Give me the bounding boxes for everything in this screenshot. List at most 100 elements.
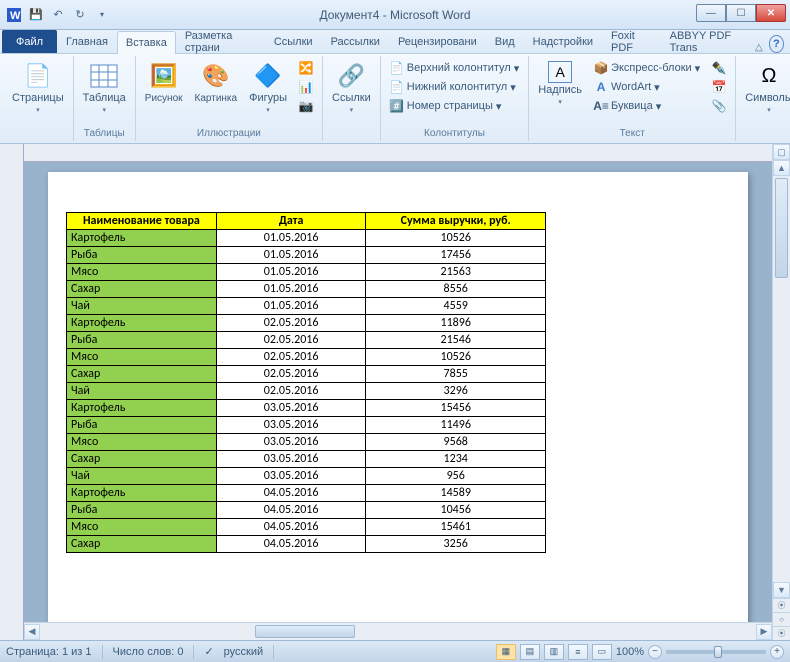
table-cell[interactable]: 04.05.2016: [216, 502, 366, 519]
screenshot-button[interactable]: 📷: [295, 97, 317, 115]
tab-insert[interactable]: Вставка: [117, 31, 176, 54]
document-scroll[interactable]: Наименование товараДатаСумма выручки, ру…: [24, 144, 772, 640]
table-cell[interactable]: 956: [366, 468, 546, 485]
table-cell[interactable]: Сахар: [67, 366, 217, 383]
hscroll-track[interactable]: [40, 624, 756, 640]
zoom-in-button[interactable]: +: [770, 645, 784, 659]
table-cell[interactable]: 01.05.2016: [216, 247, 366, 264]
quickparts-button[interactable]: 📦Экспресс-блоки ▾: [590, 59, 704, 77]
dropcap-button[interactable]: A≡Буквица ▾: [590, 97, 704, 115]
next-page-icon[interactable]: ⦿: [773, 626, 790, 640]
table-row[interactable]: Чай03.05.2016956: [67, 468, 546, 485]
table-cell[interactable]: 21546: [366, 332, 546, 349]
table-row[interactable]: Картофель02.05.201611896: [67, 315, 546, 332]
table-cell[interactable]: 7855: [366, 366, 546, 383]
zoom-slider[interactable]: [666, 650, 766, 654]
zoom-level[interactable]: 100%: [616, 646, 644, 658]
table-cell[interactable]: Мясо: [67, 264, 217, 281]
table-cell[interactable]: Мясо: [67, 519, 217, 536]
table-cell[interactable]: 02.05.2016: [216, 315, 366, 332]
table-cell[interactable]: 8556: [366, 281, 546, 298]
table-cell[interactable]: 02.05.2016: [216, 383, 366, 400]
zoom-out-button[interactable]: −: [648, 645, 662, 659]
footer-button[interactable]: 📄Нижний колонтитул ▾: [386, 78, 523, 96]
table-cell[interactable]: 3256: [366, 536, 546, 553]
table-cell[interactable]: Сахар: [67, 536, 217, 553]
scroll-track[interactable]: [773, 176, 790, 582]
table-cell[interactable]: 21563: [366, 264, 546, 281]
scroll-right-icon[interactable]: ▶: [756, 624, 772, 640]
table-cell[interactable]: Картофель: [67, 230, 217, 247]
table-row[interactable]: Чай01.05.20164559: [67, 298, 546, 315]
table-cell[interactable]: 03.05.2016: [216, 400, 366, 417]
smartart-button[interactable]: 🔀: [295, 59, 317, 77]
table-row[interactable]: Картофель01.05.201610526: [67, 230, 546, 247]
signature-button[interactable]: ✒️: [708, 59, 730, 77]
table-row[interactable]: Сахар01.05.20168556: [67, 281, 546, 298]
close-button[interactable]: ✕: [756, 4, 786, 22]
horizontal-scrollbar[interactable]: ◀ ▶: [24, 622, 772, 640]
print-layout-view[interactable]: ▦: [496, 644, 516, 660]
table-cell[interactable]: 11896: [366, 315, 546, 332]
undo-icon[interactable]: ↶: [48, 5, 68, 25]
table-cell[interactable]: Мясо: [67, 349, 217, 366]
status-lang[interactable]: русский: [224, 646, 263, 658]
table-cell[interactable]: 1234: [366, 451, 546, 468]
tab-foxit[interactable]: Foxit PDF: [602, 30, 661, 53]
table-cell[interactable]: 03.05.2016: [216, 451, 366, 468]
table-cell[interactable]: 3296: [366, 383, 546, 400]
web-view[interactable]: ▥: [544, 644, 564, 660]
prev-page-icon[interactable]: ⦿: [773, 598, 790, 612]
symbols-button[interactable]: ΩСимволы▾: [740, 58, 790, 119]
table-cell[interactable]: Картофель: [67, 485, 217, 502]
links-button[interactable]: 🔗Ссылки▾: [327, 58, 376, 119]
zoom-handle[interactable]: [714, 646, 722, 658]
data-table[interactable]: Наименование товараДатаСумма выручки, ру…: [66, 212, 546, 553]
table-cell[interactable]: 14589: [366, 485, 546, 502]
fullscreen-view[interactable]: ▤: [520, 644, 540, 660]
textbox-button[interactable]: AНадпись▾: [533, 58, 587, 111]
minimize-button[interactable]: —: [696, 4, 726, 22]
table-cell[interactable]: Рыба: [67, 247, 217, 264]
table-cell[interactable]: 02.05.2016: [216, 349, 366, 366]
table-button[interactable]: Таблица▾: [78, 58, 131, 119]
table-cell[interactable]: 04.05.2016: [216, 485, 366, 502]
tab-view[interactable]: Вид: [486, 30, 524, 53]
word-icon[interactable]: W: [4, 5, 24, 25]
pages-button[interactable]: 📄 Страницы▾: [7, 58, 69, 119]
table-row[interactable]: Рыба04.05.201610456: [67, 502, 546, 519]
object-button[interactable]: 📎: [708, 97, 730, 115]
table-header[interactable]: Сумма выручки, руб.: [366, 213, 546, 230]
outline-view[interactable]: ≡: [568, 644, 588, 660]
chart-button[interactable]: 📊: [295, 78, 317, 96]
table-cell[interactable]: 01.05.2016: [216, 281, 366, 298]
table-cell[interactable]: Сахар: [67, 451, 217, 468]
table-row[interactable]: Сахар04.05.20163256: [67, 536, 546, 553]
table-cell[interactable]: 15456: [366, 400, 546, 417]
draft-view[interactable]: ▭: [592, 644, 612, 660]
file-tab[interactable]: Файл: [2, 30, 57, 53]
tab-mailings[interactable]: Рассылки: [322, 30, 389, 53]
table-cell[interactable]: 01.05.2016: [216, 230, 366, 247]
scroll-down-icon[interactable]: ▼: [773, 582, 790, 598]
table-cell[interactable]: Рыба: [67, 502, 217, 519]
table-cell[interactable]: Рыба: [67, 332, 217, 349]
datetime-button[interactable]: 📅: [708, 78, 730, 96]
table-cell[interactable]: 02.05.2016: [216, 332, 366, 349]
scroll-up-icon[interactable]: ▲: [773, 160, 790, 176]
table-row[interactable]: Мясо04.05.201615461: [67, 519, 546, 536]
table-cell[interactable]: Сахар: [67, 281, 217, 298]
table-cell[interactable]: 15461: [366, 519, 546, 536]
tab-layout[interactable]: Разметка страни: [176, 30, 265, 53]
scroll-thumb[interactable]: [775, 178, 788, 278]
table-cell[interactable]: 10526: [366, 349, 546, 366]
table-cell[interactable]: Картофель: [67, 400, 217, 417]
wordart-button[interactable]: AWordArt ▾: [590, 78, 704, 96]
table-header[interactable]: Дата: [216, 213, 366, 230]
hscroll-thumb[interactable]: [255, 625, 355, 638]
save-icon[interactable]: 💾: [26, 5, 46, 25]
horizontal-ruler[interactable]: [24, 144, 772, 162]
table-cell[interactable]: 01.05.2016: [216, 298, 366, 315]
table-cell[interactable]: 03.05.2016: [216, 417, 366, 434]
table-cell[interactable]: Чай: [67, 468, 217, 485]
